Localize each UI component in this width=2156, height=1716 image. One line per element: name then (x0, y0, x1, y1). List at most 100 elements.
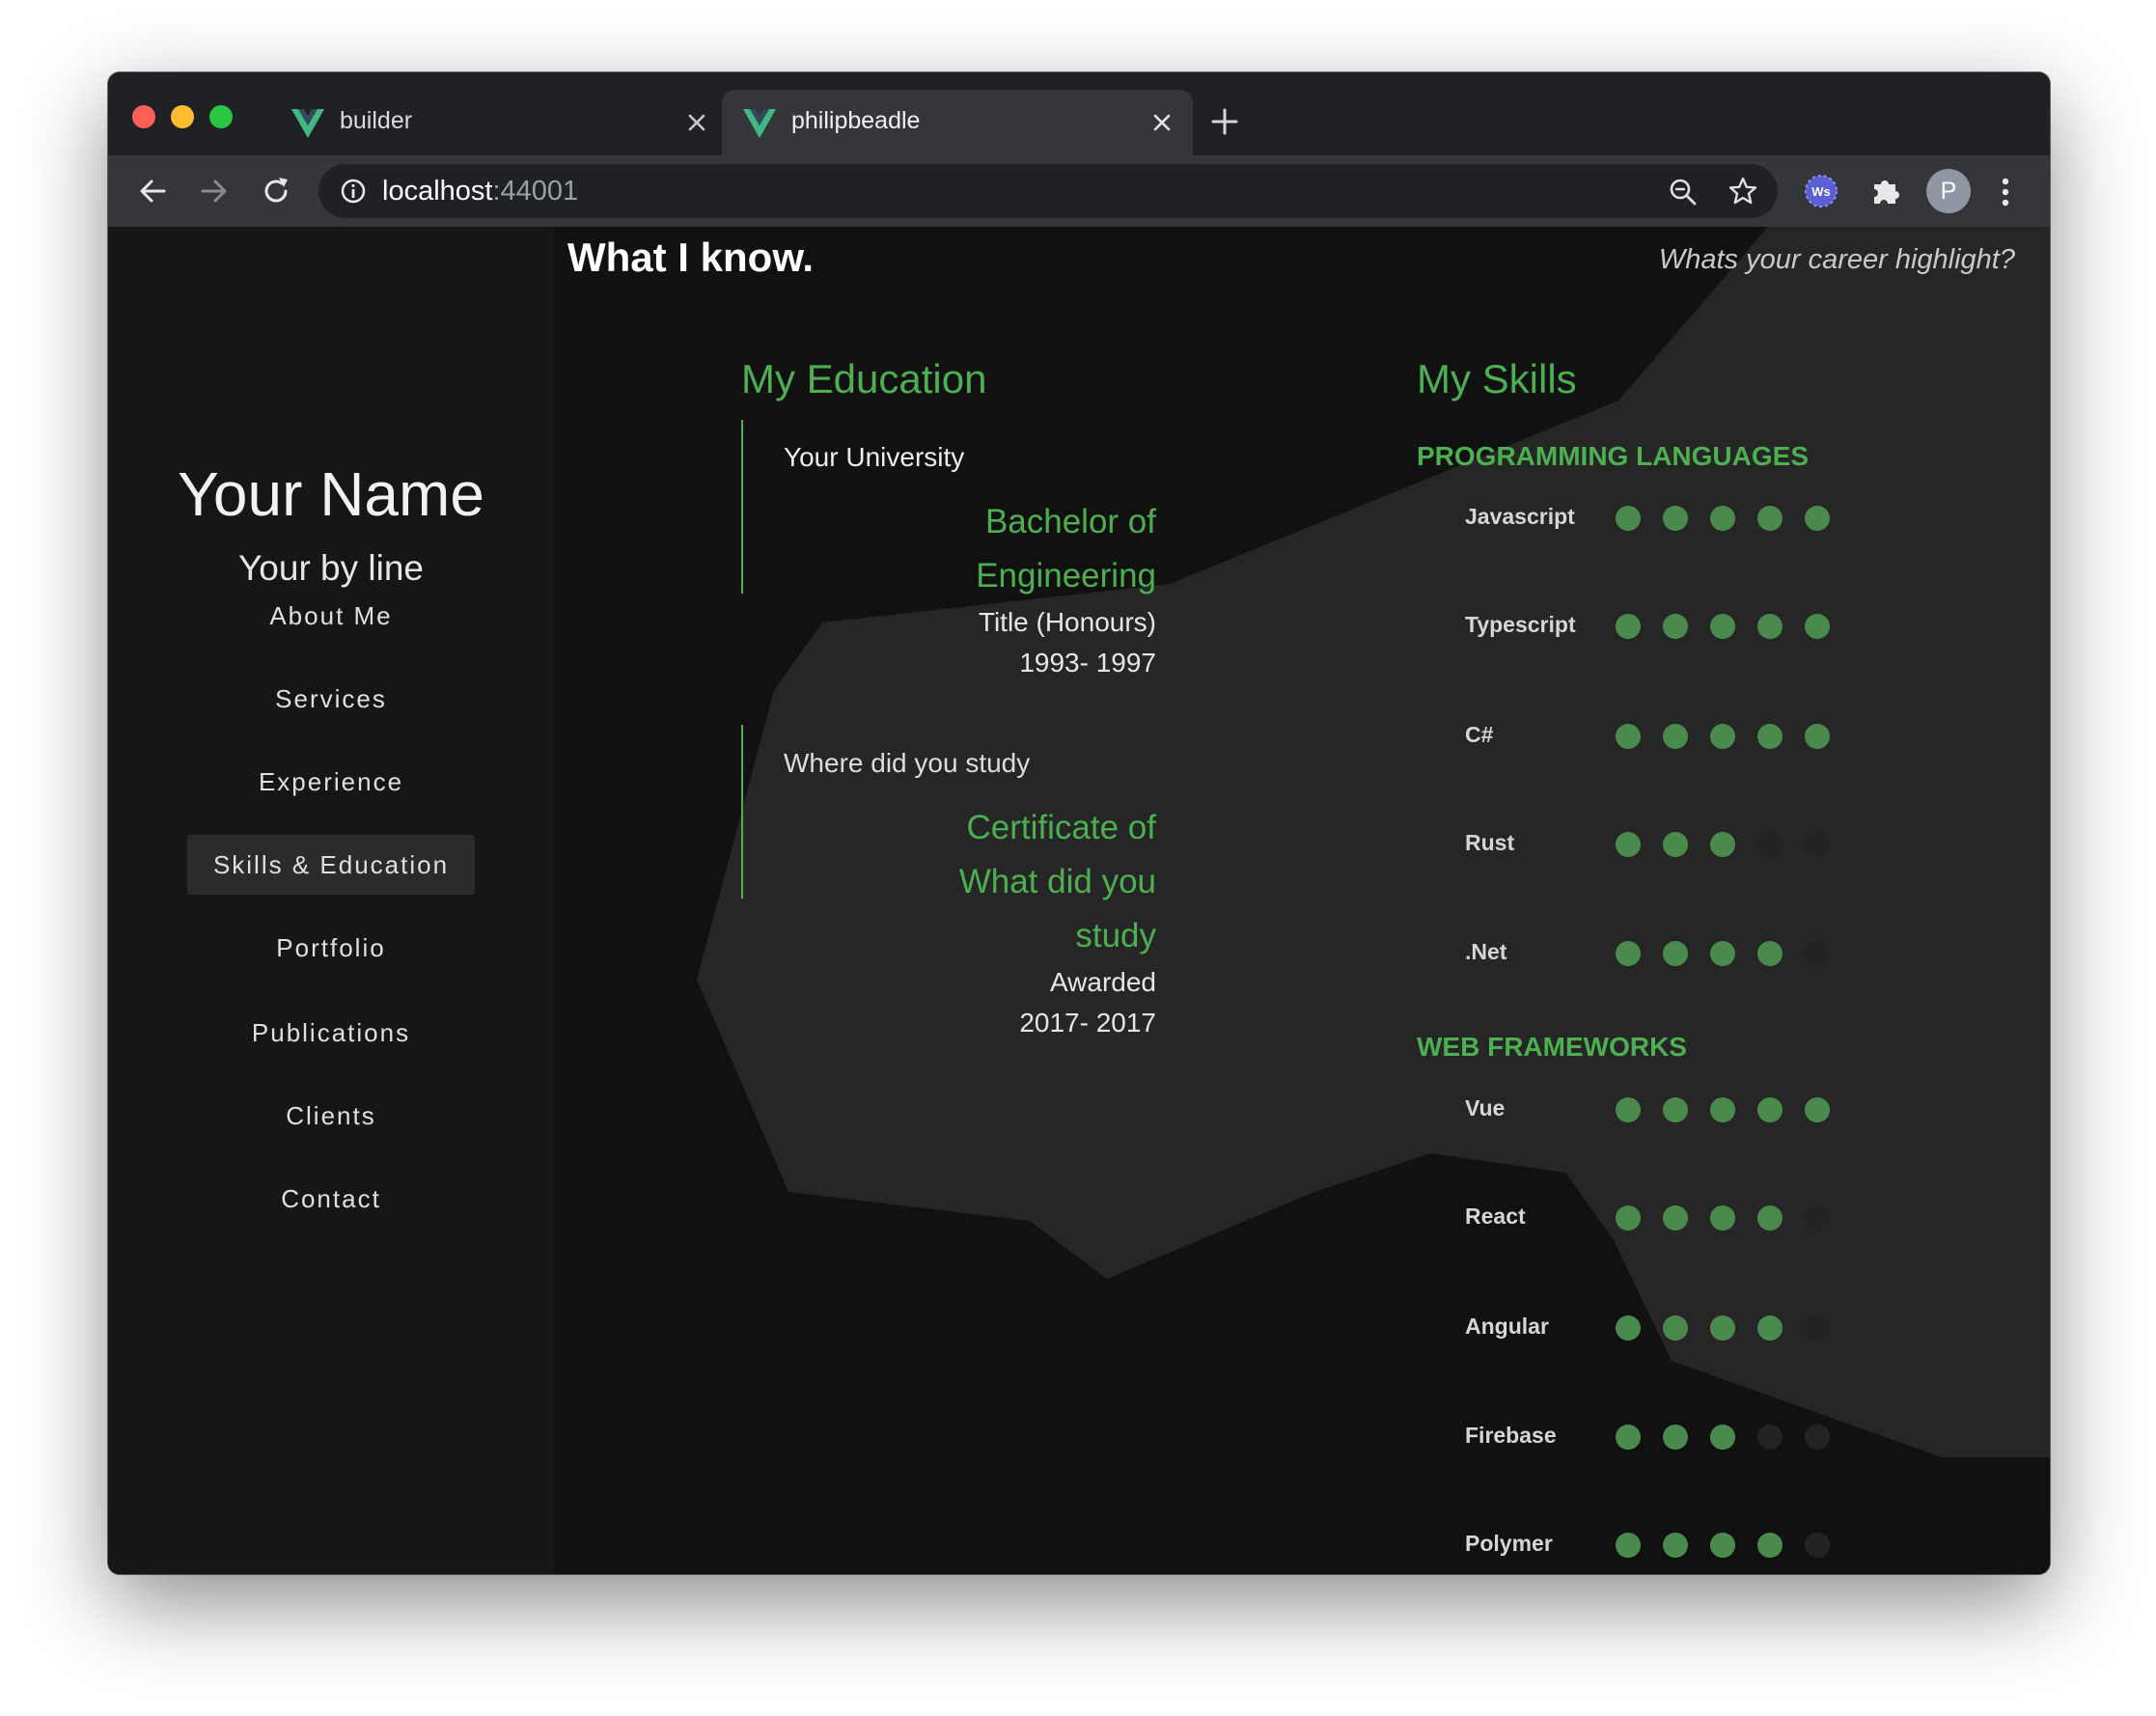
reload-icon[interactable] (257, 172, 295, 210)
skill-name: C# (1465, 722, 1494, 747)
rating-dot-filled (1757, 941, 1783, 966)
rating-dot-empty (1805, 941, 1830, 966)
rating-dot-filled (1616, 1533, 1641, 1558)
nav-skills-education[interactable]: Skills & Education (187, 835, 475, 895)
zoom-icon[interactable] (1668, 177, 1699, 208)
nav-contact[interactable]: Contact (187, 1169, 475, 1229)
skill-name: Typescript (1465, 612, 1576, 637)
rating-dot-filled (1663, 614, 1688, 639)
nav-about-me[interactable]: About Me (187, 586, 475, 646)
education-subtitle: Title (Honours) (978, 607, 1156, 637)
rating-dot-filled (1805, 724, 1830, 749)
close-icon[interactable] (1148, 109, 1175, 136)
profile-avatar[interactable]: P (1926, 169, 1971, 213)
profile-name: Your Name (178, 459, 484, 529)
address-bar[interactable]: localhost:44001 (318, 164, 1778, 218)
tab-philipbeadle[interactable]: philipbeadle (722, 90, 1193, 155)
bookmark-star-icon[interactable] (1728, 176, 1758, 207)
skill-name: Javascript (1465, 504, 1575, 529)
nav-services[interactable]: Services (187, 669, 475, 729)
rating-dot-filled (1616, 1205, 1641, 1231)
maximize-window-button[interactable] (209, 105, 233, 128)
tab-title: builder (340, 107, 413, 134)
rating-dot-filled (1616, 832, 1641, 857)
rating-dot-filled (1616, 1097, 1641, 1122)
rating-dot-filled (1663, 1533, 1688, 1558)
browser-toolbar: localhost:44001 Ws P (108, 155, 2050, 227)
education-institution: Your University (784, 442, 965, 472)
degree-line: study (1075, 917, 1156, 955)
rating-dot-filled (1663, 1315, 1688, 1341)
rating-dot-filled (1710, 1533, 1735, 1558)
rating-dot-filled (1663, 724, 1688, 749)
rating-dot-filled (1710, 724, 1735, 749)
education-subtitle: Awarded (1049, 967, 1156, 997)
degree-line: What did you (958, 863, 1156, 900)
skill-name: Firebase (1465, 1423, 1557, 1448)
new-tab-plus-icon[interactable] (1208, 105, 1241, 138)
career-highlight: Whats your career highlight? (1658, 244, 2015, 275)
education-years: 2017- 2017 (1019, 1008, 1156, 1038)
rating-dot-empty (1805, 1315, 1830, 1341)
rating-dot-filled (1663, 1425, 1688, 1450)
rating-dot-filled (1710, 506, 1735, 531)
rating-dot-filled (1663, 832, 1688, 857)
rating-dot-filled (1710, 1097, 1735, 1122)
nav-portfolio[interactable]: Portfolio (187, 918, 475, 978)
education-degree: Bachelor of Engineering (741, 495, 1156, 603)
tab-title: philipbeadle (791, 107, 921, 134)
skill-name: Rust (1465, 830, 1515, 855)
minimize-window-button[interactable] (171, 105, 194, 128)
education-degree: Certificate of What did you study (741, 801, 1156, 963)
rating-dot-filled (1757, 1205, 1783, 1231)
more-menu-icon[interactable] (1996, 173, 2015, 211)
site-info-icon[interactable] (340, 178, 367, 205)
rating-dot-filled (1616, 1315, 1641, 1341)
forward-arrow-icon[interactable] (195, 172, 234, 210)
close-window-button[interactable] (132, 105, 155, 128)
rating-dot-filled (1616, 506, 1641, 531)
rating-dot-filled (1710, 941, 1735, 966)
nav-experience[interactable]: Experience (187, 752, 475, 812)
rating-dot-filled (1710, 1425, 1735, 1450)
page-content: Your Name Your by line About Me Services… (108, 227, 2050, 1574)
skill-name: .Net (1465, 939, 1507, 964)
education-meta: Title (Honours) 1993- 1997 (741, 602, 1156, 683)
tab-builder[interactable]: builder (270, 90, 728, 155)
rating-dot-filled (1805, 506, 1830, 531)
skill-name: Angular (1465, 1314, 1549, 1339)
rating-dot-filled (1757, 1533, 1783, 1558)
education-institution: Where did you study (784, 748, 1031, 778)
rating-dot-empty (1757, 1425, 1783, 1450)
profile-byline: Your by line (238, 548, 424, 588)
skill-name: React (1465, 1204, 1526, 1229)
nav-clients[interactable]: Clients (187, 1086, 475, 1146)
close-icon[interactable] (683, 109, 710, 136)
rating-dot-filled (1757, 614, 1783, 639)
skill-category-web-frameworks: WEB FRAMEWORKS (1417, 1032, 1687, 1062)
vue-logo-icon (291, 109, 324, 138)
vue-logo-icon (743, 109, 776, 138)
browser-window: builder philipbeadle localhost:44001 Ws … (108, 72, 2050, 1574)
back-arrow-icon[interactable] (133, 172, 172, 210)
extensions-puzzle-icon[interactable] (1865, 171, 1905, 211)
rating-dot-filled (1805, 614, 1830, 639)
skill-category-programming: PROGRAMMING LANGUAGES (1417, 441, 1809, 471)
rating-dot-filled (1616, 1425, 1641, 1450)
url-text: localhost:44001 (382, 176, 579, 207)
rating-dot-filled (1710, 1315, 1735, 1341)
extension-ws-icon[interactable]: Ws (1801, 171, 1841, 211)
rating-dot-filled (1663, 506, 1688, 531)
nav-publications[interactable]: Publications (187, 1003, 475, 1063)
skill-name: Polymer (1465, 1531, 1553, 1556)
skills-title: My Skills (1417, 356, 1577, 401)
rating-dot-filled (1663, 941, 1688, 966)
skill-name: Vue (1465, 1095, 1506, 1121)
rating-dot-filled (1710, 832, 1735, 857)
degree-line: Certificate of (966, 809, 1156, 846)
degree-line: Engineering (976, 557, 1156, 595)
rating-dot-filled (1616, 724, 1641, 749)
rating-dot-filled (1663, 1097, 1688, 1122)
rating-dot-filled (1616, 614, 1641, 639)
tab-strip: builder philipbeadle (108, 72, 2050, 155)
